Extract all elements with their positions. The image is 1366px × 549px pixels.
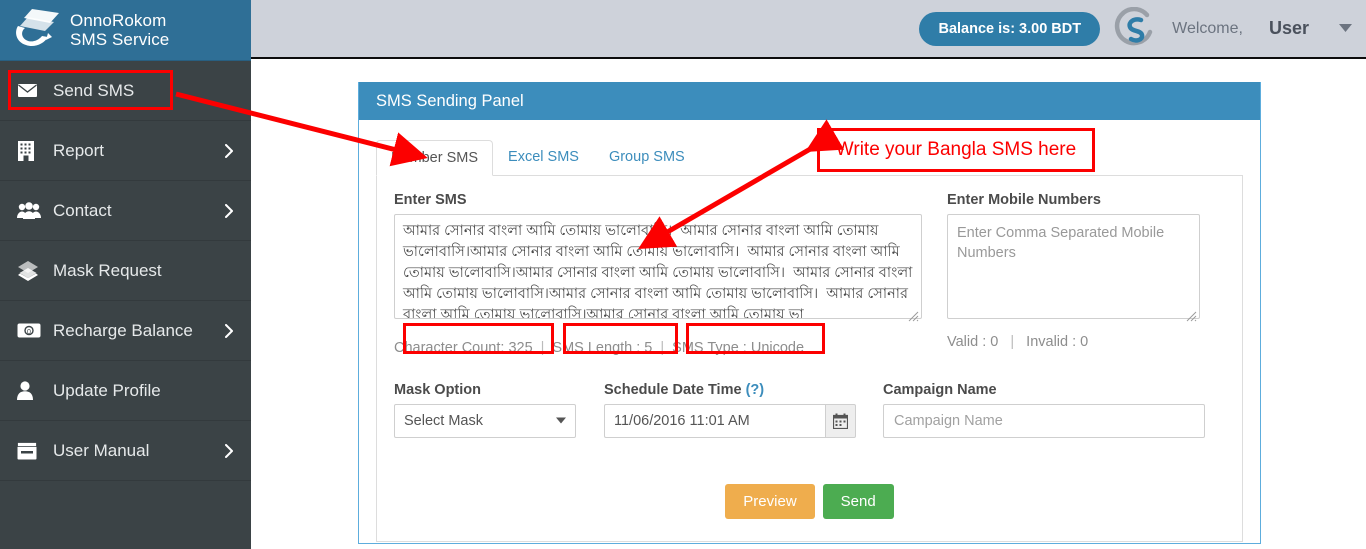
mask-option-label: Mask Option [394,382,482,398]
annotation-callout-text: Write your Bangla SMS here [835,139,1077,160]
layers-icon [17,260,47,281]
action-buttons: Preview Send [394,484,1225,519]
tab-group-sms[interactable]: Group SMS [594,139,700,175]
money-bill-icon: 0 [17,323,47,338]
sidebar-item-label: User Manual [53,440,150,460]
caret-down-icon [556,416,566,427]
mobile-numbers-label: Enter Mobile Numbers [947,192,1101,208]
tab-number-sms[interactable]: Number SMS [376,140,494,176]
welcome-label: Welcome, [1172,19,1243,37]
mask-select[interactable]: Select Mask [394,404,576,438]
calendar-icon[interactable] [824,404,856,438]
tab-excel-sms[interactable]: Excel SMS [493,139,594,175]
sidebar-item-report[interactable]: Report [0,121,251,181]
send-button[interactable]: Send [822,484,894,519]
schedule-help-hint[interactable]: (?) [746,382,765,398]
sidebar-item-label: Report [53,140,105,160]
sidebar-item-label: Contact [53,200,112,220]
tab-bar: Number SMS Excel SMS Group SMS [376,138,1243,176]
sidebar-item-label: Recharge Balance [53,320,193,340]
sms-length-label: SMS Length : 5 [552,340,653,356]
chevron-right-icon [225,143,234,158]
sms-sending-panel: SMS Sending Panel Number SMS Excel SMS G… [358,82,1261,544]
sidebar-item-label: Send SMS [53,80,135,100]
sidebar-item-recharge-balance[interactable]: 0 Recharge Balance [0,301,251,361]
sms-type-label: SMS Type : Unicode [672,340,805,356]
chevron-down-icon[interactable] [1339,23,1352,35]
validity-separator: | [1010,334,1015,350]
sms-label: Enter SMS [394,192,467,208]
sidebar-item-update-profile[interactable]: Update Profile [0,361,251,421]
sidebar-item-contact[interactable]: Contact [0,181,251,241]
sidebar-item-user-manual[interactable]: User Manual [0,421,251,481]
annotation-callout-bangla-sms: Write your Bangla SMS here [817,128,1095,172]
brand-logo[interactable]: OnnoRokom SMS Service [0,0,251,61]
mask-selected-value: Select Mask [404,413,483,429]
counter-separator-1: | [540,340,545,356]
panel-title: SMS Sending Panel [359,82,1260,120]
campaign-name-group: Campaign Name [883,382,1205,438]
tab-panel-number-sms: Enter SMS আমার সোনার বাংলা আমি তোমায় ভা… [376,176,1243,542]
campaign-name-label: Campaign Name [883,382,997,398]
sidebar-item-label: Update Profile [53,380,161,400]
textarea-resize-handle[interactable] [908,311,920,323]
character-count-label: Character Count: 325 [394,340,533,356]
schedule-date-time-group: Schedule Date Time (?) [604,382,856,438]
mask-option-group: Mask Option Select Mask [394,382,576,438]
user-icon [17,381,47,400]
brand-line-1: OnnoRokom [70,11,167,30]
schedule-input-group [604,404,856,438]
swoosh-pages-logo-icon [12,6,68,54]
form-row-top: Enter SMS আমার সোনার বাংলা আমি তোমায় ভা… [394,192,1225,359]
envelope-icon [17,83,47,98]
book-icon [17,441,47,460]
invalid-count-label: Invalid : 0 [1026,334,1089,350]
form-row-bottom: Mask Option Select Mask Schedule Date Ti… [394,382,1225,438]
schedule-date-input[interactable] [604,404,825,438]
users-icon [17,202,47,219]
balance-button[interactable]: Balance is: 3.00 BDT [919,11,1101,46]
valid-count-label: Valid : 0 [947,334,999,350]
panel-body: Number SMS Excel SMS Group SMS Enter SMS… [359,120,1260,549]
sidebar-item-send-sms[interactable]: Send SMS [0,61,251,121]
campaign-name-input[interactable] [883,404,1205,438]
circle-s-logo-icon [1114,6,1158,51]
number-validity-status: Valid : 0 | Invalid : 0 [947,334,1200,350]
sms-textarea[interactable]: আমার সোনার বাংলা আমি তোমায় ভালোবাসি। আম… [394,214,922,319]
app-root: OnnoRokom SMS Service Send SMS Report Co… [0,0,1366,549]
svg-text:0: 0 [27,329,31,336]
sms-counters: Character Count: 325 | SMS Length : 5 | … [394,337,922,359]
schedule-label-text: Schedule Date Time [604,382,742,398]
sidebar-item-label: Mask Request [53,260,162,280]
sms-field-group: Enter SMS আমার সোনার বাংলা আমি তোমায় ভা… [394,192,922,359]
user-name-label[interactable]: User [1269,18,1309,39]
sidebar: OnnoRokom SMS Service Send SMS Report Co… [0,0,251,549]
mobile-numbers-field-group: Enter Mobile Numbers Valid : 0 | Invalid… [947,192,1200,359]
chevron-right-icon [225,203,234,218]
top-header: Balance is: 3.00 BDT Welcome, User [251,0,1366,59]
building-icon [17,140,47,161]
mobile-numbers-textarea[interactable] [947,214,1200,319]
counter-separator-2: | [660,340,665,356]
sidebar-item-mask-request[interactable]: Mask Request [0,241,251,301]
chevron-right-icon [225,443,234,458]
preview-button[interactable]: Preview [725,484,815,519]
chevron-right-icon [225,323,234,338]
textarea-resize-handle[interactable] [1186,311,1198,323]
brand-line-2: SMS Service [70,30,170,49]
schedule-label: Schedule Date Time (?) [604,382,856,398]
brand-text: OnnoRokom SMS Service [70,11,169,49]
